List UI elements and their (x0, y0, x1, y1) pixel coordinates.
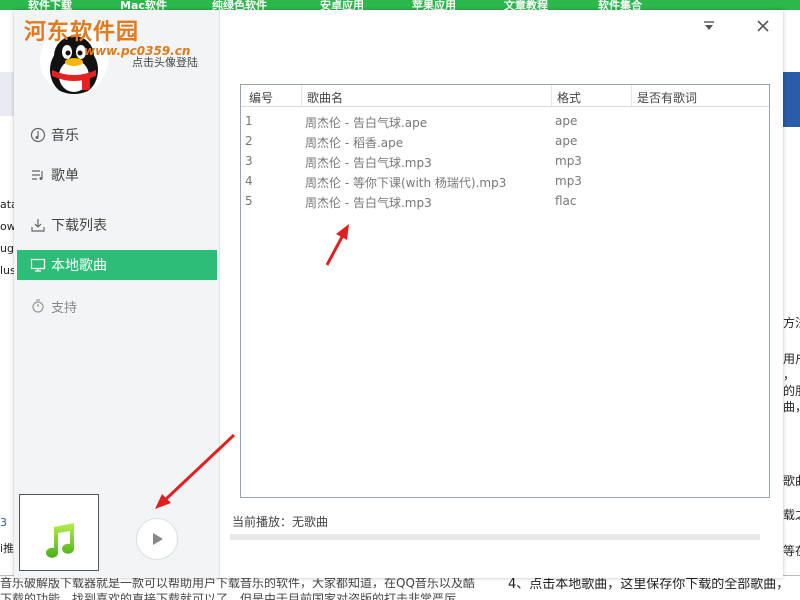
sidebar-item-label: 本地歌曲 (51, 258, 107, 274)
watermark: 河东软件园 www.pc0359.cn (24, 14, 190, 58)
table-row[interactable]: 3 周杰伦 - 告白气球.mp3 mp3 (241, 151, 769, 171)
cell-number: 3 (245, 154, 253, 168)
cell-format: mp3 (555, 154, 582, 168)
music-note-icon (46, 523, 74, 558)
music-icon (29, 126, 47, 144)
bg-block (783, 72, 800, 127)
column-header-title[interactable]: 歌曲名 (307, 89, 343, 106)
cell-title: 周杰伦 - 等你下课(with 杨瑞代).mp3 (305, 176, 507, 190)
sidebar: 河东软件园 www.pc0359.cn 点击头像登陆 音乐 歌单 下载列表 本地… (14, 10, 220, 578)
table-row[interactable]: 4 周杰伦 - 等你下课(with 杨瑞代).mp3 mp3 (241, 171, 769, 191)
column-header-number[interactable]: 编号 (249, 89, 273, 106)
cell-title: 周杰伦 - 告白气球.ape (305, 116, 428, 130)
column-header-format[interactable]: 格式 (557, 89, 581, 106)
background-right-column: 方法 用户 ， 的朋 曲， 歌曲 载之 等在 (783, 10, 800, 600)
sidebar-item-playlist[interactable]: 歌单 (17, 160, 217, 190)
column-divider (631, 85, 632, 107)
cell-format: ape (555, 134, 578, 148)
bg-fragment: 方法 (783, 316, 800, 330)
bg-fragment: 曲， (783, 400, 800, 414)
close-button[interactable] (755, 18, 771, 34)
watermark-title: 河东软件园 (24, 19, 140, 45)
cell-number: 2 (245, 134, 253, 148)
play-button[interactable] (136, 518, 178, 560)
sidebar-item-label: 下载列表 (51, 218, 107, 234)
song-table: 编号 歌曲名 格式 是否有歌词 1 周杰伦 - 告白气球.ape ape 2 周… (240, 84, 770, 498)
bg-fragment: ， (783, 368, 796, 382)
bg-fragment: lus (0, 264, 14, 277)
sidebar-item-label: 音乐 (51, 128, 79, 144)
bg-fragment: 等在 (783, 544, 800, 558)
monitor-icon (29, 256, 47, 274)
menu-dropdown-button[interactable] (701, 18, 717, 34)
music-app-window: 河东软件园 www.pc0359.cn 点击头像登陆 音乐 歌单 下载列表 本地… (14, 10, 783, 578)
play-icon (153, 533, 163, 545)
cell-title: 周杰伦 - 告白气球.mp3 (305, 196, 432, 210)
sidebar-item-label: 歌单 (51, 168, 79, 184)
table-row[interactable]: 5 周杰伦 - 告白气球.mp3 flac (241, 191, 769, 211)
sidebar-item-label: 支持 (51, 300, 78, 316)
column-divider (551, 85, 552, 107)
table-header: 编号 歌曲名 格式 是否有歌词 (241, 85, 769, 107)
bg-fragment: 用户 (783, 352, 800, 366)
progress-bar[interactable] (230, 534, 760, 540)
album-cover[interactable] (19, 494, 99, 571)
close-icon (757, 20, 769, 32)
cell-title: 周杰伦 - 告白气球.mp3 (305, 156, 432, 170)
bg-fragment: 歌曲 (783, 474, 800, 488)
playlist-icon (29, 166, 47, 184)
now-playing-label: 当前播放：无歌曲 (232, 515, 329, 529)
cell-format: mp3 (555, 174, 582, 188)
cell-format: flac (555, 194, 577, 208)
bg-stripe (0, 72, 14, 116)
bg-fragment: ow (0, 220, 14, 233)
support-icon (29, 297, 47, 315)
bg-fragment: 的朋 (783, 384, 800, 398)
table-row[interactable]: 1 周杰伦 - 告白气球.ape ape (241, 111, 769, 131)
bg-fragment: ata (0, 198, 14, 211)
background-bottom-text: 音乐破解版下载器就是一款可以帮助用户下载音乐的软件，大家都知道，在QQ音乐以及酷… (0, 575, 800, 600)
bg-fragment: ug (0, 242, 14, 255)
cell-number: 5 (245, 194, 253, 208)
bg-fragment: 载之 (783, 508, 800, 522)
sidebar-item-downloads[interactable]: 下载列表 (17, 210, 217, 240)
background-nav-bar: 软件下载 Mac软件 纯绿色软件 安卓应用 苹果应用 文章教程 软件集合 (0, 0, 800, 12)
chevron-down-icon (704, 21, 714, 30)
sidebar-item-support[interactable]: 支持 (17, 291, 217, 321)
sidebar-item-music[interactable]: 音乐 (17, 120, 217, 150)
login-prompt[interactable]: 点击头像登陆 (132, 54, 198, 70)
column-divider (301, 85, 302, 107)
cell-title: 周杰伦 - 稻香.ape (305, 136, 404, 150)
bg-line: 下载的功能，找到喜欢的直接下载就可以了，但是由于目前国家对盗版的打击非常严厉 (0, 592, 457, 600)
table-row[interactable]: 2 周杰伦 - 稻香.ape ape (241, 131, 769, 151)
bg-fragment: i推 (0, 542, 14, 555)
column-header-lyrics[interactable]: 是否有歌词 (637, 89, 697, 106)
cell-format: ape (555, 114, 578, 128)
sidebar-item-local-songs[interactable]: 本地歌曲 (17, 250, 217, 280)
bg-fragment: 3 (0, 516, 7, 529)
cell-number: 4 (245, 174, 253, 188)
cell-number: 1 (245, 114, 253, 128)
download-icon (29, 216, 47, 234)
background-left-column: ata ow ug lus 3 i推 (0, 10, 14, 600)
